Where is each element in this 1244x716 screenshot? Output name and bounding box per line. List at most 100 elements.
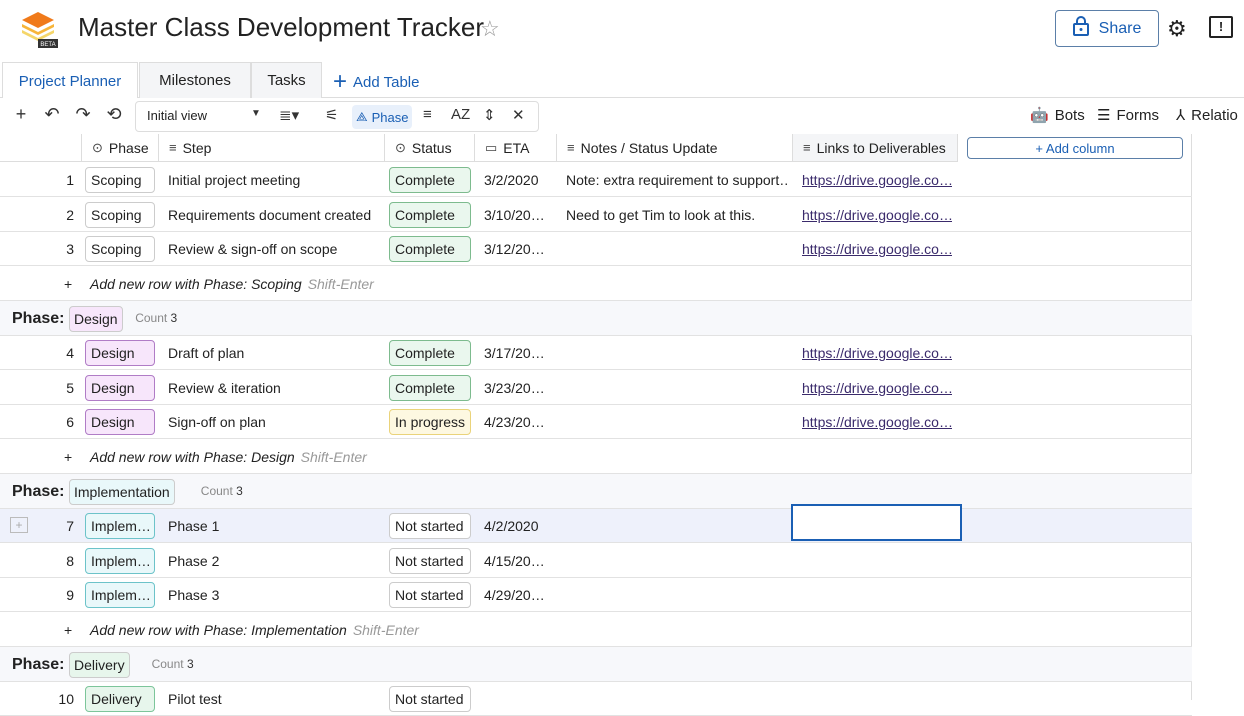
relations-button[interactable]: ⅄ Relatio <box>1176 106 1238 125</box>
table-row[interactable]: 3 Scoping Review & sign-off on scope Comple… <box>0 232 1192 266</box>
undo-icon[interactable]: ↶ <box>40 104 64 125</box>
step-cell[interactable]: Phase 3 <box>168 578 383 612</box>
step-cell[interactable]: Sign-off on plan <box>168 405 383 439</box>
forms-button[interactable]: ☰ Forms <box>1097 106 1159 125</box>
notes-cell[interactable] <box>566 578 788 612</box>
feedback-icon[interactable]: ! <box>1209 16 1233 38</box>
sort-icon[interactable]: AZ <box>451 106 470 123</box>
phase-chip[interactable]: Design <box>85 409 155 435</box>
group-by-button[interactable]: ⟁ Phase <box>352 105 413 129</box>
notes-cell[interactable] <box>566 509 788 543</box>
table-row[interactable]: 6 Design Sign-off on plan In progress 4/23/2… <box>0 405 1192 439</box>
column-header-status[interactable]: ⊙ Status <box>385 134 475 162</box>
step-cell[interactable]: Draft of plan <box>168 336 383 370</box>
eta-cell[interactable] <box>484 682 554 716</box>
eta-cell[interactable]: 4/29/20… <box>484 578 554 612</box>
status-chip[interactable]: Complete <box>389 236 471 262</box>
notes-cell[interactable]: Need to get Tim to look at this. <box>566 198 788 232</box>
chevron-down-icon[interactable]: ▼ <box>251 108 261 119</box>
add-column-button[interactable]: + Add column <box>967 137 1183 159</box>
deliverable-link[interactable] <box>802 578 952 612</box>
table-row[interactable]: 10 Delivery Pilot test Not started <box>0 682 1192 716</box>
deliverable-link[interactable]: https://drive.google.co… <box>802 371 952 405</box>
table-row[interactable]: 5 Design Review & iteration Complete 3/23/20… <box>0 371 1192 405</box>
column-header-step[interactable]: ≡ Step <box>159 134 385 162</box>
phase-chip[interactable]: Scoping <box>85 236 155 262</box>
phase-chip[interactable]: Delivery <box>85 686 155 712</box>
add-table-button[interactable]: + Add Table <box>333 68 419 96</box>
tab-milestones[interactable]: Milestones <box>139 62 251 98</box>
table-row[interactable]: 8 Implem… Phase 2 Not started 4/15/20… <box>0 544 1192 578</box>
deliverable-link[interactable]: https://drive.google.co… <box>802 336 952 370</box>
collapse-icon[interactable]: ⇕ <box>483 106 496 124</box>
deliverable-link[interactable]: https://drive.google.co… <box>802 198 952 232</box>
notes-cell[interactable] <box>566 405 788 439</box>
step-cell[interactable]: Phase 2 <box>168 544 383 578</box>
eta-cell[interactable]: 3/2/2020 <box>484 163 554 197</box>
add-row-icon[interactable]: + <box>9 104 33 125</box>
eta-cell[interactable]: 3/17/20… <box>484 336 554 370</box>
redo-icon[interactable]: ↷ <box>71 104 95 125</box>
tab-tasks[interactable]: Tasks <box>251 62 322 98</box>
close-icon[interactable]: ✕ <box>512 106 525 124</box>
column-header-links[interactable]: ≡ Links to Deliverables <box>793 134 958 162</box>
table-row[interactable]: 2 Scoping Requirements document created Com… <box>0 198 1192 232</box>
column-header-phase[interactable]: ⊙ Phase <box>82 134 159 162</box>
eta-cell[interactable]: 4/2/2020 <box>484 509 554 543</box>
eta-cell[interactable]: 4/23/20… <box>484 405 554 439</box>
deliverable-link[interactable]: https://drive.google.co… <box>802 405 952 439</box>
add-row-button[interactable]: + Add new row with Phase: Scoping Shift-En… <box>0 267 1192 301</box>
phase-chip[interactable]: Implem… <box>85 547 155 574</box>
eta-cell[interactable]: 3/10/20… <box>484 198 554 232</box>
status-chip[interactable]: Complete <box>389 374 471 401</box>
phase-chip[interactable]: Scoping <box>85 201 155 228</box>
notes-cell[interactable] <box>566 232 788 266</box>
notes-cell[interactable] <box>566 544 788 578</box>
column-header-eta[interactable]: ▭ ETA <box>475 134 557 162</box>
table-row[interactable]: 4 Design Draft of plan Complete 3/17/20… http… <box>0 336 1192 370</box>
view-select[interactable]: Initial view <box>147 108 207 123</box>
phase-chip[interactable]: Scoping <box>85 167 155 193</box>
step-cell[interactable]: Review & sign-off on scope <box>168 232 383 266</box>
add-comment-icon[interactable]: + <box>10 517 28 533</box>
step-cell[interactable]: Phase 1 <box>168 509 383 543</box>
phase-chip[interactable]: Implem… <box>85 513 155 539</box>
phase-chip[interactable]: Design <box>85 340 155 366</box>
step-cell[interactable]: Requirements document created <box>168 198 383 232</box>
row-height-icon[interactable]: ≣▾ <box>279 106 299 124</box>
filter-icon[interactable]: ≡ <box>423 106 432 123</box>
notes-cell[interactable]: Note: extra requirement to support… <box>566 163 788 197</box>
history-icon[interactable]: ⟲ <box>102 104 126 125</box>
table-row[interactable]: 1 Scoping Initial project meeting Complete 3… <box>0 163 1192 197</box>
bots-button[interactable]: 🤖 Bots <box>1030 106 1085 125</box>
doc-title[interactable]: Master Class Development Tracker <box>78 12 484 43</box>
step-cell[interactable]: Pilot test <box>168 682 383 716</box>
add-row-button[interactable]: + Add new row with Phase: Implementation S… <box>0 613 1192 647</box>
phase-chip[interactable]: Implem… <box>85 582 155 608</box>
tab-project-planner[interactable]: Project Planner <box>2 62 138 99</box>
phase-chip[interactable]: Design <box>85 374 155 401</box>
status-chip[interactable]: Complete <box>389 340 471 366</box>
star-icon[interactable]: ☆ <box>480 16 500 42</box>
status-chip[interactable]: Not started <box>389 686 471 712</box>
column-header-notes[interactable]: ≡ Notes / Status Update <box>557 134 793 162</box>
status-chip[interactable]: In progress <box>389 409 471 435</box>
deliverable-link[interactable]: https://drive.google.co… <box>802 163 952 197</box>
table-row[interactable]: +7 Implem… Phase 1 Not started 4/2/2020 <box>0 509 1192 543</box>
notes-cell[interactable] <box>566 682 788 716</box>
step-cell[interactable]: Initial project meeting <box>168 163 383 197</box>
deliverable-link[interactable] <box>802 682 952 716</box>
status-chip[interactable]: Complete <box>389 201 471 228</box>
deliverable-link[interactable] <box>802 544 952 578</box>
hide-fields-icon[interactable]: ⚟ <box>325 106 338 124</box>
status-chip[interactable]: Not started <box>389 582 471 608</box>
eta-cell[interactable]: 4/15/20… <box>484 544 554 578</box>
status-chip[interactable]: Not started <box>389 547 471 574</box>
table-row[interactable]: 9 Implem… Phase 3 Not started 4/29/20… <box>0 578 1192 612</box>
status-chip[interactable]: Complete <box>389 167 471 193</box>
eta-cell[interactable]: 3/12/20… <box>484 232 554 266</box>
eta-cell[interactable]: 3/23/20… <box>484 371 554 405</box>
share-button[interactable]: Share <box>1055 10 1159 47</box>
add-row-button[interactable]: + Add new row with Phase: Design Shift-Ent… <box>0 440 1192 474</box>
notes-cell[interactable] <box>566 336 788 370</box>
